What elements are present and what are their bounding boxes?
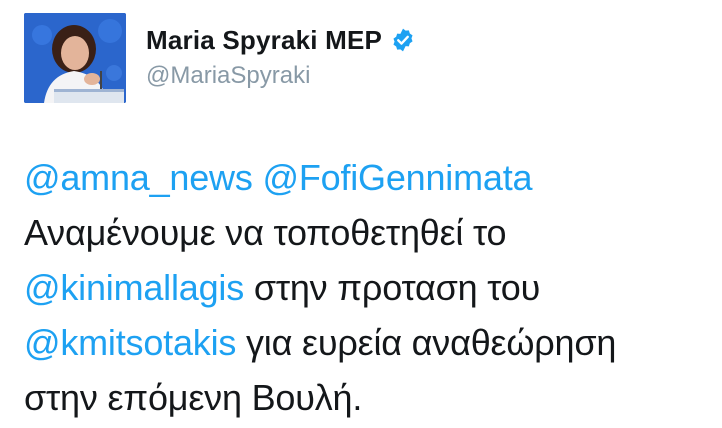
- mention-link[interactable]: @kinimallagis: [24, 267, 244, 308]
- verified-badge-icon: [390, 27, 416, 53]
- tweet-line-1: @amna_news @FofiGennimata: [24, 150, 714, 205]
- tweet-line-2: Αναμένουμε να τοποθετηθεί το: [24, 205, 714, 260]
- tweet-line-4: @kmitsotakis για ευρεία αναθεώρηση: [24, 315, 714, 370]
- tweet-text-segment: για ευρεία αναθεώρηση: [236, 322, 617, 363]
- profile-photo-icon: [24, 13, 126, 103]
- tweet-line-3: @kinimallagis στην προταση του: [24, 260, 714, 315]
- mention-link[interactable]: @FofiGennimata: [262, 157, 532, 198]
- tweet-text-segment: στην επόμενη Βουλή.: [24, 377, 363, 418]
- tweet-text-segment: Αναμένουμε να τοποθετηθεί το: [24, 212, 507, 253]
- tweet-text-segment: στην προταση του: [244, 267, 541, 308]
- tweet-header: Maria Spyraki MEP @MariaSpyraki: [146, 22, 416, 90]
- tweet-card: Maria Spyraki MEP @MariaSpyraki @amna_ne…: [0, 0, 722, 428]
- mention-link[interactable]: @amna_news: [24, 157, 253, 198]
- display-name[interactable]: Maria Spyraki MEP: [146, 25, 382, 56]
- tweet-text: @amna_news @FofiGennimata Αναμένουμε να …: [24, 150, 714, 425]
- avatar[interactable]: [24, 13, 126, 103]
- name-row: Maria Spyraki MEP: [146, 22, 416, 58]
- mention-link[interactable]: @kmitsotakis: [24, 322, 236, 363]
- tweet-line-5: στην επόμενη Βουλή.: [24, 370, 714, 425]
- user-handle[interactable]: @MariaSpyraki: [146, 62, 416, 90]
